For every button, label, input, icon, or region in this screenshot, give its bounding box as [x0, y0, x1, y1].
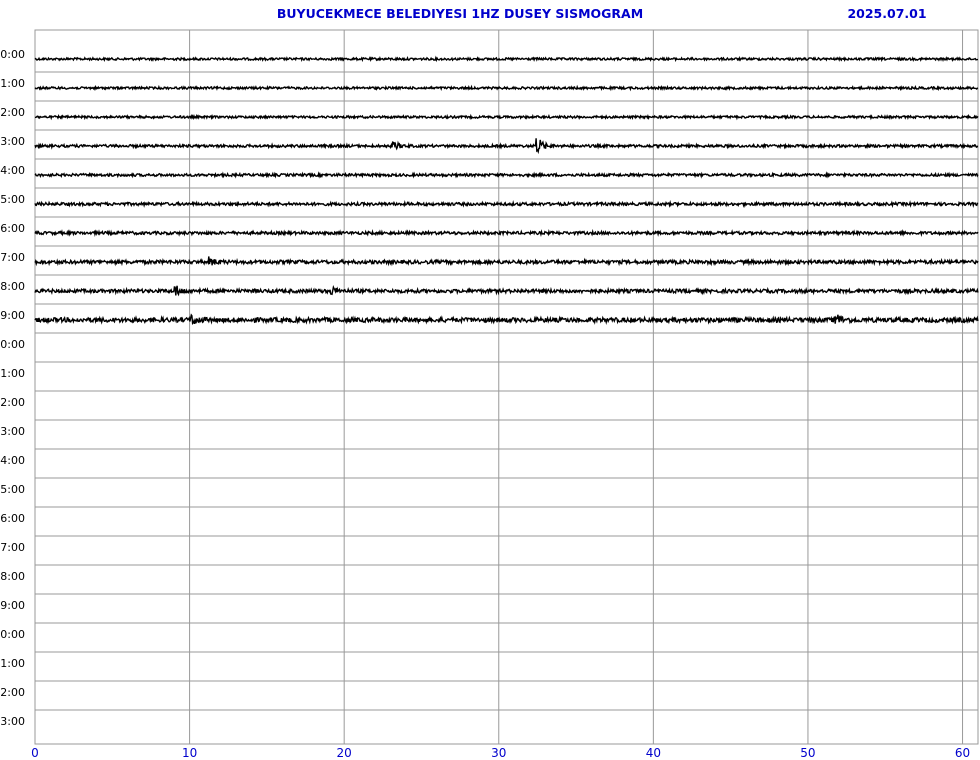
hour-tick-label: 23:00 [0, 715, 25, 728]
minute-tick-labels: 0 10 20 30 40 50 60 [31, 746, 970, 760]
trace-1-00 [34, 84, 979, 92]
hour-tick-label: 18:00 [0, 570, 25, 583]
hour-tick-label: 17:00 [0, 541, 25, 554]
hour-tick-label: 0:00 [0, 48, 25, 61]
hour-tick-label: 13:00 [0, 425, 25, 438]
minute-tick-label: 0 [31, 746, 39, 760]
trace-2-00 [34, 113, 979, 121]
grid-lines [34, 29, 979, 745]
hour-tick-label: 6:00 [0, 222, 25, 235]
hour-tick-label: 22:00 [0, 686, 25, 699]
minute-tick-label: 60 [955, 746, 970, 760]
hour-tick-label: 2:00 [0, 106, 25, 119]
hour-tick-label: 21:00 [0, 657, 25, 670]
hour-tick-label: 15:00 [0, 483, 25, 496]
trace-5-00 [34, 199, 979, 209]
hour-tick-labels: 0:00 1:00 2:00 3:00 4:00 5:00 6:00 7:00 8:00 9:00… [0, 48, 25, 728]
hour-tick-label: 16:00 [0, 512, 25, 525]
hour-tick-label: 9:00 [0, 309, 25, 322]
hour-tick-label: 5:00 [0, 193, 25, 206]
seismic-traces [34, 55, 979, 325]
minute-tick-label: 30 [491, 746, 506, 760]
trace-7-00 [34, 256, 979, 267]
hour-tick-label: 10:00 [0, 338, 25, 351]
minute-tick-label: 40 [646, 746, 661, 760]
hour-tick-label: 14:00 [0, 454, 25, 467]
hour-tick-label: 3:00 [0, 135, 25, 148]
hour-tick-label: 12:00 [0, 396, 25, 409]
hour-tick-label: 7:00 [0, 251, 25, 264]
hour-tick-label: 1:00 [0, 77, 25, 90]
minute-tick-label: 50 [800, 746, 815, 760]
trace-8-00 [34, 284, 979, 297]
hour-tick-label: 4:00 [0, 164, 25, 177]
hour-tick-label: 11:00 [0, 367, 25, 380]
seismogram-plot: 0:00 1:00 2:00 3:00 4:00 5:00 6:00 7:00 8:00 9:00… [0, 29, 979, 760]
minute-tick-label: 10 [182, 746, 197, 760]
minute-tick-label: 20 [337, 746, 352, 760]
plot-frame [34, 29, 979, 745]
trace-0-00 [34, 55, 978, 63]
trace-9-00 [34, 313, 979, 325]
trace-4-00 [34, 171, 979, 179]
trace-3-00 [34, 138, 979, 155]
hour-tick-label: 20:00 [0, 628, 25, 641]
trace-6-00 [34, 228, 979, 237]
hour-tick-label: 8:00 [0, 280, 25, 293]
hour-tick-label: 19:00 [0, 599, 25, 612]
